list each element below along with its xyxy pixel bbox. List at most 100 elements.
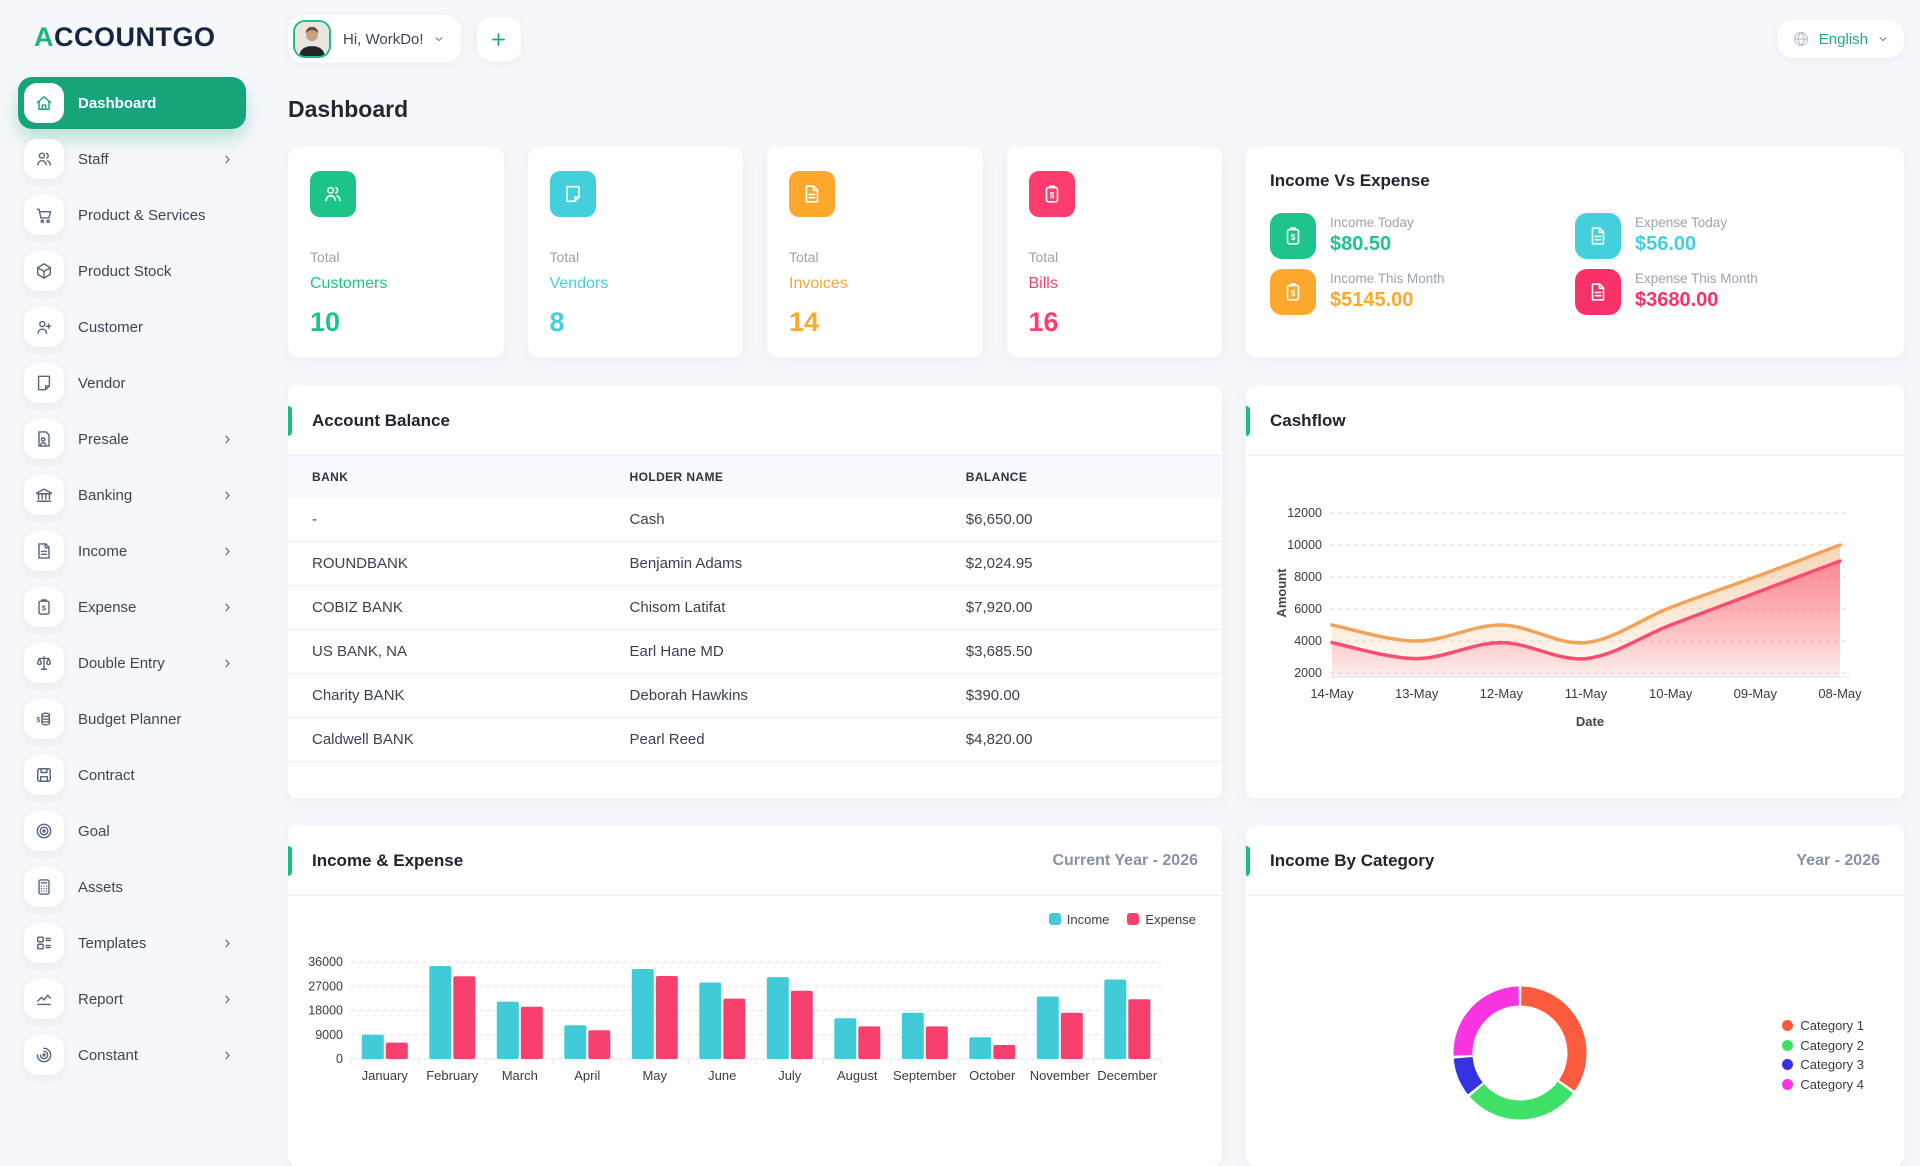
legend-expense: Expense xyxy=(1127,912,1196,927)
sidebar-item-customer[interactable]: Customer xyxy=(18,301,246,353)
svg-text:January: January xyxy=(362,1068,409,1083)
ive-value: $80.50 xyxy=(1330,233,1392,255)
donut-segment-category-4 xyxy=(1453,986,1520,1056)
add-button[interactable] xyxy=(476,17,521,61)
user-menu-button[interactable]: Hi, WorkDo! xyxy=(288,15,461,63)
sidebar-item-vendor[interactable]: Vendor xyxy=(18,357,246,409)
sidebar-item-income[interactable]: Income xyxy=(18,525,246,577)
income-expense-chart-card: Income & Expense Current Year - 2026 Inc… xyxy=(288,826,1222,1166)
language-selector[interactable]: English xyxy=(1776,20,1904,58)
clipboard-dollar-icon-tile: $ xyxy=(24,587,64,627)
cube-icon xyxy=(37,263,51,279)
income-vs-expense-items: $ Income Today $80.50 Expense Today $56.… xyxy=(1270,213,1880,315)
spiral-icon-tile xyxy=(24,1035,64,1075)
bank-icon-tile xyxy=(24,475,64,515)
sidebar-item-label: Double Entry xyxy=(78,654,165,672)
account-balance-table: BANK HOLDER NAME BALANCE - Cash $6,650.00 … xyxy=(288,456,1222,762)
stat-name: Vendors xyxy=(549,275,609,292)
legend-category-1: Category 1 xyxy=(1782,1016,1864,1036)
bar-expense-december xyxy=(1128,999,1151,1059)
table-row: COBIZ BANK Chisom Latifat $7,920.00 xyxy=(288,585,1222,630)
stat-cards: Total Customers 10 Total Vendors 8 Total… xyxy=(288,147,1222,357)
sidebar-item-templates[interactable]: Templates xyxy=(18,917,246,969)
user-plus-icon xyxy=(37,320,52,334)
svg-text:$: $ xyxy=(1291,289,1296,298)
stat-card-vendors: Total Vendors 8 xyxy=(527,147,743,357)
file-text-icon xyxy=(1591,227,1605,245)
sidebar-item-presale[interactable]: Presale xyxy=(18,413,246,465)
user-avatar xyxy=(293,20,331,58)
app-logo: ACCOUNTGO xyxy=(34,22,246,53)
svg-text:6000: 6000 xyxy=(1294,602,1322,616)
users-icon xyxy=(37,152,51,166)
sidebar-item-constant[interactable]: Constant xyxy=(18,1029,246,1081)
sidebar-item-contract[interactable]: Contract xyxy=(18,749,246,801)
file-text-icon xyxy=(1591,283,1605,301)
bar-income-february xyxy=(429,966,452,1059)
plus-icon xyxy=(492,32,505,46)
svg-text:08-May: 08-May xyxy=(1818,686,1862,701)
chevron-right-icon xyxy=(225,546,230,556)
globe-icon xyxy=(1792,30,1810,48)
table-row: - Cash $6,650.00 xyxy=(288,498,1222,542)
bar-chart-area: 36000 27000 18000 9000 0 January February March… xyxy=(288,952,1222,1112)
bar-expense-march xyxy=(520,1006,543,1059)
chevron-right-icon xyxy=(221,657,234,670)
legend-swatch xyxy=(1127,913,1140,925)
svg-text:8000: 8000 xyxy=(1294,570,1322,584)
floppy-icon xyxy=(37,768,51,782)
donut-segment-category-3 xyxy=(1453,1056,1484,1095)
sidebar-item-product-services[interactable]: Product & Services xyxy=(18,189,246,241)
bar-expense-october xyxy=(993,1045,1016,1059)
sidebar-item-budget-planner[interactable]: $ Budget Planner xyxy=(18,693,246,745)
bar-income-july xyxy=(766,977,789,1059)
file-text-icon xyxy=(805,185,819,203)
cell-bank: Charity BANK xyxy=(288,673,606,718)
bar-income-january xyxy=(361,1034,384,1060)
chevron-right-icon xyxy=(225,994,230,1004)
sidebar-item-expense[interactable]: $ Expense xyxy=(18,581,246,633)
file-text-icon-tile xyxy=(1575,269,1621,315)
cell-balance: $390.00 xyxy=(941,673,1222,718)
svg-text:Amount: Amount xyxy=(1274,568,1289,618)
ive-item-expense-this-month: Expense This Month $3680.00 xyxy=(1575,269,1880,315)
income-vs-expense-card: Income Vs Expense $ Income Today $80.50 … xyxy=(1246,147,1904,357)
income-by-category-card: Income By Category Year - 2026 Category … xyxy=(1246,826,1904,1166)
sidebar-item-dashboard[interactable]: Dashboard xyxy=(18,77,246,129)
svg-text:14-May: 14-May xyxy=(1310,686,1354,701)
table-row: US BANK, NA Earl Hane MD $3,685.50 xyxy=(288,629,1222,674)
cell-bank: ROUNDBANK xyxy=(288,541,606,586)
language-label: English xyxy=(1818,30,1868,48)
cube-icon-tile xyxy=(24,251,64,291)
sidebar-item-assets[interactable]: Assets xyxy=(18,861,246,913)
cell-holder: Pearl Reed xyxy=(605,717,942,762)
stat-top-label: Total xyxy=(789,249,819,265)
chevron-right-icon xyxy=(221,937,234,950)
globe-icon xyxy=(1793,32,1808,46)
sidebar-item-label: Expense xyxy=(78,598,137,616)
sidebar-item-goal[interactable]: Goal xyxy=(18,805,246,857)
clipboard-dollar-icon-tile: $ xyxy=(1270,213,1316,259)
chevron-down-icon xyxy=(433,33,445,45)
chevron-right-icon xyxy=(225,154,230,164)
svg-text:July: July xyxy=(778,1068,802,1083)
floppy-icon-tile xyxy=(24,755,64,795)
svg-text:May: May xyxy=(642,1068,667,1083)
sidebar-item-banking[interactable]: Banking xyxy=(18,469,246,521)
bar-income-august xyxy=(834,1018,857,1059)
svg-text:36000: 36000 xyxy=(308,955,343,969)
sidebar-item-label: Assets xyxy=(78,878,124,896)
user-greeting: Hi, WorkDo! xyxy=(343,30,424,48)
avatar-image xyxy=(295,22,329,56)
users-icon-tile xyxy=(310,171,356,217)
cell-bank: Caldwell BANK xyxy=(288,717,606,762)
svg-text:$: $ xyxy=(42,604,47,613)
clipboard-dollar-icon-tile: $ xyxy=(1028,171,1075,217)
clipboard-dollar-icon: $ xyxy=(38,599,50,615)
sidebar-item-staff[interactable]: Staff xyxy=(18,133,246,185)
sidebar-item-double-entry[interactable]: Double Entry xyxy=(18,637,246,689)
sidebar-item-product-stock[interactable]: Product Stock xyxy=(18,245,246,297)
sidebar-item-report[interactable]: Report xyxy=(18,973,246,1025)
svg-text:December: December xyxy=(1097,1068,1158,1083)
svg-text:Date: Date xyxy=(1576,714,1604,729)
